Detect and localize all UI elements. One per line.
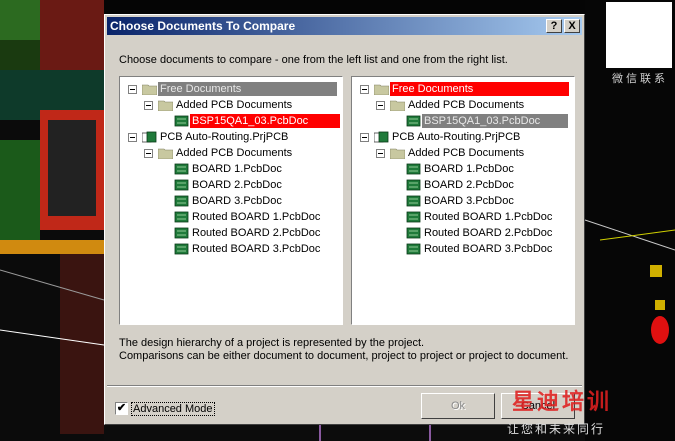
tree-item-file[interactable]: Routed BOARD 3.PcbDoc bbox=[120, 241, 342, 257]
tree-item-label: Added PCB Documents bbox=[408, 147, 525, 159]
instructions-text: Choose documents to compare - one from t… bbox=[119, 54, 508, 66]
help-button[interactable]: ? bbox=[546, 19, 562, 33]
tree-item-label: Routed BOARD 2.PcbDoc bbox=[192, 227, 321, 239]
pcb-document-icon bbox=[174, 163, 189, 175]
collapse-toggle-icon[interactable] bbox=[144, 149, 153, 158]
tree-item-file[interactable]: Routed BOARD 1.PcbDoc bbox=[352, 209, 574, 225]
tree-item-label: Routed BOARD 1.PcbDoc bbox=[424, 211, 553, 223]
pcb-document-icon bbox=[406, 227, 421, 239]
tree-item-file[interactable]: Routed BOARD 2.PcbDoc bbox=[120, 225, 342, 241]
tree-item-file[interactable]: Routed BOARD 3.PcbDoc bbox=[352, 241, 574, 257]
pcb-document-icon bbox=[174, 243, 189, 255]
collapse-toggle-icon[interactable] bbox=[360, 133, 369, 142]
folder-icon bbox=[390, 148, 405, 159]
tree-item-label: BOARD 2.PcbDoc bbox=[192, 179, 282, 191]
tree-item-label: Routed BOARD 2.PcbDoc bbox=[424, 227, 553, 239]
folder-icon bbox=[158, 100, 173, 111]
collapse-toggle-icon[interactable] bbox=[144, 101, 153, 110]
ok-button[interactable]: Ok bbox=[421, 393, 495, 419]
tree-item-project-added[interactable]: Added PCB Documents bbox=[120, 145, 342, 161]
tree-item-added-pcb-documents[interactable]: Added PCB Documents bbox=[352, 97, 574, 113]
tree-item-label: PCB Auto-Routing.PrjPCB bbox=[160, 131, 289, 143]
folder-icon bbox=[390, 100, 405, 111]
tree-item-label: Routed BOARD 3.PcbDoc bbox=[424, 243, 553, 255]
tree-item-label: Free Documents bbox=[390, 82, 569, 96]
dialog-titlebar[interactable]: Choose Documents To Compare ? X bbox=[107, 17, 582, 35]
collapse-toggle-icon[interactable] bbox=[128, 85, 137, 94]
watermark-logo-text: 星迪培训 bbox=[512, 390, 613, 415]
tree-item-label: Added PCB Documents bbox=[176, 147, 293, 159]
tree-item-free-file[interactable]: BSP15QA1_03.PcbDoc bbox=[120, 113, 342, 129]
collapse-toggle-icon[interactable] bbox=[376, 101, 385, 110]
tree-item-label: Routed BOARD 3.PcbDoc bbox=[192, 243, 321, 255]
pcb-document-icon bbox=[174, 211, 189, 223]
tree-item-label: BSP15QA1_03.PcbDoc bbox=[190, 114, 340, 128]
tree-item-file[interactable]: BOARD 3.PcbDoc bbox=[352, 193, 574, 209]
pcb-document-icon bbox=[174, 179, 189, 191]
tree-item-project[interactable]: PCB Auto-Routing.PrjPCB bbox=[120, 129, 342, 145]
collapse-toggle-icon[interactable] bbox=[360, 85, 369, 94]
tree-item-file[interactable]: BOARD 1.PcbDoc bbox=[120, 161, 342, 177]
folder-icon bbox=[158, 148, 173, 159]
collapse-toggle-icon[interactable] bbox=[376, 149, 385, 158]
pcb-document-icon bbox=[406, 163, 421, 175]
qr-caption: 微信联系 bbox=[612, 72, 668, 85]
pcb-document-icon bbox=[406, 243, 421, 255]
tree-item-label: Routed BOARD 1.PcbDoc bbox=[192, 211, 321, 223]
tree-item-label: BOARD 3.PcbDoc bbox=[424, 195, 514, 207]
tree-item-label: Added PCB Documents bbox=[408, 99, 525, 111]
help-text-line-2: Comparisons can be either document to do… bbox=[119, 350, 569, 362]
folder-icon bbox=[374, 84, 389, 95]
pcb-project-icon bbox=[374, 131, 389, 143]
choose-documents-dialog: Choose Documents To Compare ? X Choose d… bbox=[104, 14, 585, 425]
tree-item-project[interactable]: PCB Auto-Routing.PrjPCB bbox=[352, 129, 574, 145]
dialog-title: Choose Documents To Compare bbox=[110, 19, 296, 33]
pcb-document-icon bbox=[406, 179, 421, 191]
pcb-document-icon bbox=[174, 195, 189, 207]
pcb-document-icon bbox=[174, 227, 189, 239]
watermark-slogan: 让您和未来同行 bbox=[507, 422, 606, 436]
help-text-line-1: The design hierarchy of a project is rep… bbox=[119, 337, 425, 349]
tree-item-added-pcb-documents[interactable]: Added PCB Documents bbox=[120, 97, 342, 113]
tree-item-free-file[interactable]: BSP15QA1_03.PcbDoc bbox=[352, 113, 574, 129]
pcb-document-icon bbox=[174, 115, 189, 127]
tree-item-file[interactable]: BOARD 1.PcbDoc bbox=[352, 161, 574, 177]
tree-item-free-documents[interactable]: Free Documents bbox=[120, 81, 342, 97]
qr-code bbox=[606, 2, 672, 68]
left-document-list[interactable]: Free Documents Added PCB Documents BSP15… bbox=[119, 76, 343, 325]
tree-item-file[interactable]: BOARD 2.PcbDoc bbox=[120, 177, 342, 193]
right-document-list[interactable]: Free Documents Added PCB Documents BSP15… bbox=[351, 76, 575, 325]
folder-icon bbox=[142, 84, 157, 95]
collapse-toggle-icon[interactable] bbox=[128, 133, 137, 142]
tree-item-project-added[interactable]: Added PCB Documents bbox=[352, 145, 574, 161]
tree-item-file[interactable]: Routed BOARD 1.PcbDoc bbox=[120, 209, 342, 225]
tree-item-free-documents[interactable]: Free Documents bbox=[352, 81, 574, 97]
help-text: The design hierarchy of a project is rep… bbox=[119, 337, 568, 363]
separator bbox=[107, 385, 582, 387]
pcb-document-icon bbox=[406, 195, 421, 207]
close-button[interactable]: X bbox=[564, 19, 580, 33]
pcb-document-icon bbox=[406, 115, 421, 127]
advanced-mode-label[interactable]: Advanced Mode bbox=[131, 402, 215, 416]
tree-item-file[interactable]: Routed BOARD 2.PcbDoc bbox=[352, 225, 574, 241]
tree-item-label: BOARD 3.PcbDoc bbox=[192, 195, 282, 207]
tree-item-label: BSP15QA1_03.PcbDoc bbox=[422, 114, 568, 128]
tree-item-label: Added PCB Documents bbox=[176, 99, 293, 111]
tree-item-label: Free Documents bbox=[158, 82, 337, 96]
tree-item-file[interactable]: BOARD 3.PcbDoc bbox=[120, 193, 342, 209]
pcb-project-icon bbox=[142, 131, 157, 143]
tree-item-label: PCB Auto-Routing.PrjPCB bbox=[392, 131, 521, 143]
tree-item-label: BOARD 1.PcbDoc bbox=[192, 163, 282, 175]
tree-item-file[interactable]: BOARD 2.PcbDoc bbox=[352, 177, 574, 193]
checkbox-box[interactable]: ✔ bbox=[115, 402, 128, 415]
tree-item-label: BOARD 2.PcbDoc bbox=[424, 179, 514, 191]
pcb-document-icon bbox=[406, 211, 421, 223]
tree-item-label: BOARD 1.PcbDoc bbox=[424, 163, 514, 175]
